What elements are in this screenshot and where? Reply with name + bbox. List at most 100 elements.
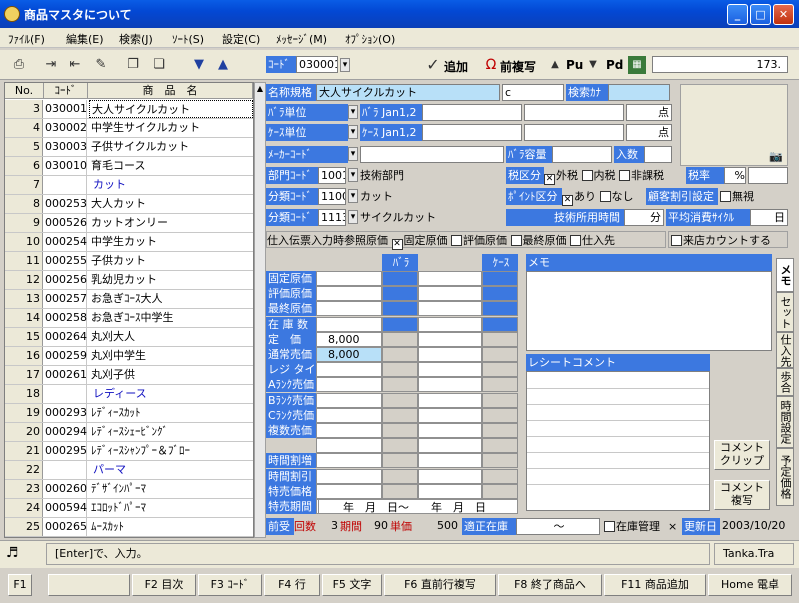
memo-textarea[interactable] bbox=[526, 271, 772, 351]
list-scrollbar[interactable]: ▲ bbox=[254, 82, 266, 538]
price-bara-cell[interactable] bbox=[316, 453, 382, 469]
close-button[interactable]: ✕ bbox=[773, 4, 794, 25]
ignore-check[interactable] bbox=[720, 191, 731, 202]
list-item[interactable]: 17 000261 丸刈子供 bbox=[5, 366, 253, 385]
price-bara-cell[interactable] bbox=[316, 392, 382, 408]
menu-edit[interactable]: 編集(E) bbox=[66, 31, 104, 47]
list-item[interactable]: 16 000259 丸刈中学生 bbox=[5, 347, 253, 366]
price-case-cell[interactable] bbox=[418, 362, 482, 378]
price-case-cell[interactable] bbox=[418, 392, 482, 408]
print-icon[interactable]: ⎙ bbox=[10, 56, 28, 74]
bara-capacity-input[interactable] bbox=[552, 146, 612, 163]
list-item[interactable]: 21 000295 ﾚﾃﾞｨｰｽｼｬﾝﾌﾟｰ＆ﾌﾞﾛｰ bbox=[5, 442, 253, 461]
period-value[interactable]: 90 bbox=[368, 518, 388, 535]
down-arrow-icon[interactable]: ▼ bbox=[190, 56, 208, 74]
bara-unit-dropdown-icon[interactable]: ▾ bbox=[348, 105, 358, 119]
delete-row-icon[interactable]: ⇤ bbox=[66, 56, 84, 74]
list-item[interactable]: 19 000293 ﾚﾃﾞｨｰｽｶｯﾄ bbox=[5, 404, 253, 423]
price-bara-cell[interactable] bbox=[316, 286, 382, 302]
list-item[interactable]: 15 000264 丸刈大人 bbox=[5, 328, 253, 347]
tab-time-setting[interactable]: 時間設定 bbox=[776, 396, 794, 448]
fkey-home[interactable]: Home 電卓 bbox=[708, 574, 792, 596]
avg-cycle-input[interactable]: 日 bbox=[750, 209, 788, 226]
class2-dropdown-icon[interactable]: ▾ bbox=[348, 210, 358, 224]
irisu-input[interactable] bbox=[644, 146, 672, 163]
tax-exempt-check[interactable] bbox=[619, 170, 630, 181]
proper-stock-range[interactable]: ～ bbox=[516, 518, 600, 535]
price-case-cell[interactable] bbox=[418, 377, 482, 393]
price-case-cell[interactable] bbox=[418, 271, 482, 286]
price-case-cell[interactable] bbox=[418, 423, 482, 438]
fkey-f6[interactable]: F6 直前行複写 bbox=[384, 574, 496, 596]
price-bara-cell[interactable] bbox=[316, 362, 382, 378]
fkey-blank[interactable] bbox=[48, 574, 130, 596]
fkey-f8[interactable]: F8 終了商品へ bbox=[498, 574, 602, 596]
point-no-check[interactable] bbox=[599, 191, 611, 202]
page-up-button[interactable]: Pu bbox=[566, 58, 583, 72]
ref-last-check[interactable] bbox=[510, 235, 522, 246]
tab-commission[interactable]: 歩合 bbox=[776, 368, 794, 396]
minimize-button[interactable]: _ bbox=[727, 4, 748, 25]
price-bara-cell[interactable] bbox=[316, 301, 382, 317]
image-area[interactable]: 📷 bbox=[680, 84, 788, 166]
list-item[interactable]: 3 030001 大人サイクルカット bbox=[5, 100, 253, 119]
price-case-cell[interactable] bbox=[418, 453, 482, 469]
product-list[interactable]: No. ｺｰﾄﾞ 商 品 名 3 030001 大人サイクルカット 4 030002 中学… bbox=[4, 82, 254, 538]
tax-outer-check[interactable]: ✕ bbox=[544, 174, 555, 185]
name-input[interactable]: 大人サイクルカット bbox=[316, 84, 500, 101]
list-item[interactable]: 23 000260 ﾃﾞｻﾞｲﾝﾊﾟｰﾏ bbox=[5, 480, 253, 499]
class-dropdown-icon[interactable]: ▾ bbox=[348, 189, 358, 203]
help-icon[interactable]: F1 bbox=[8, 574, 32, 596]
tax-rate-input[interactable] bbox=[748, 167, 788, 184]
menu-settings[interactable]: 設定(C) bbox=[222, 31, 260, 47]
fkey-f11[interactable]: F11 商品追加 bbox=[604, 574, 706, 596]
menu-file[interactable]: ﾌｧｲﾙ(F) bbox=[8, 31, 45, 47]
tab-set[interactable]: セット bbox=[776, 292, 794, 332]
camera-icon[interactable]: 📷 bbox=[769, 150, 783, 163]
price-case-cell[interactable] bbox=[418, 438, 482, 454]
comment-clip-button[interactable]: コメント クリップ bbox=[714, 440, 770, 470]
ref-supplier-check[interactable] bbox=[570, 235, 581, 246]
page-down-button[interactable]: Pd bbox=[606, 58, 623, 72]
price-bara-cell[interactable] bbox=[316, 316, 382, 332]
price-case-cell[interactable] bbox=[418, 347, 482, 362]
list-item[interactable]: 9 000526 カットオンリー bbox=[5, 214, 253, 233]
bara-points[interactable]: 点 bbox=[626, 104, 672, 121]
sale-period-value[interactable]: 年 月 日～ 年 月 日 bbox=[318, 499, 518, 514]
price-bara-cell[interactable] bbox=[316, 468, 382, 484]
menu-message[interactable]: ﾒｯｾｰｼﾞ(M) bbox=[276, 31, 327, 47]
list-item[interactable]: 14 000258 お急ぎｺｰｽ中学生 bbox=[5, 309, 253, 328]
dept-code-input[interactable]: 1001 bbox=[318, 167, 346, 184]
price-bara-cell[interactable] bbox=[316, 271, 382, 286]
dept-dropdown-icon[interactable]: ▾ bbox=[348, 168, 358, 182]
unit-price-value[interactable]: 500 bbox=[420, 518, 460, 535]
point-yes-check[interactable]: ✕ bbox=[562, 195, 573, 206]
menu-option[interactable]: ｵﾌﾟｼｮﾝ(O) bbox=[345, 31, 395, 47]
calculator-icon[interactable]: ▦ bbox=[628, 56, 646, 74]
class-code-input[interactable]: 1100 bbox=[318, 188, 346, 205]
list-item[interactable]: 24 000594 ｴｺﾛｯﾄﾞﾊﾟｰﾏ bbox=[5, 499, 253, 518]
tab-memo[interactable]: メモ bbox=[776, 258, 794, 292]
ref-eval-check[interactable] bbox=[451, 235, 462, 246]
add-button[interactable]: 追加 bbox=[444, 58, 468, 75]
list-item[interactable]: 10 000254 中学生カット bbox=[5, 233, 253, 252]
name-c-input[interactable]: c bbox=[502, 84, 564, 101]
maximize-button[interactable]: □ bbox=[750, 4, 771, 25]
price-case-cell[interactable] bbox=[418, 301, 482, 317]
list-item[interactable]: 7 カット bbox=[5, 176, 253, 195]
tab-planned-price[interactable]: 予定価格 bbox=[776, 448, 794, 506]
tab-supplier[interactable]: 仕入先 bbox=[776, 332, 794, 368]
price-case-cell[interactable] bbox=[418, 316, 482, 332]
price-case-cell[interactable] bbox=[418, 286, 482, 302]
insert-row-icon[interactable]: ⇥ bbox=[42, 56, 60, 74]
scroll-up-icon[interactable]: ▲ bbox=[256, 84, 264, 94]
maker-input[interactable] bbox=[360, 146, 504, 163]
copy-prev-button[interactable]: 前複写 bbox=[500, 58, 536, 75]
class2-code-input[interactable]: 1113 bbox=[318, 209, 346, 226]
receipt-comment-area[interactable] bbox=[526, 371, 710, 511]
list-item[interactable]: 18 レディース bbox=[5, 385, 253, 404]
list-item[interactable]: 12 000256 乳幼児カット bbox=[5, 271, 253, 290]
times-value[interactable]: 3 bbox=[322, 518, 338, 535]
ref-fixed-check[interactable]: ✕ bbox=[391, 239, 403, 250]
maker-dropdown-icon[interactable]: ▾ bbox=[348, 147, 358, 161]
